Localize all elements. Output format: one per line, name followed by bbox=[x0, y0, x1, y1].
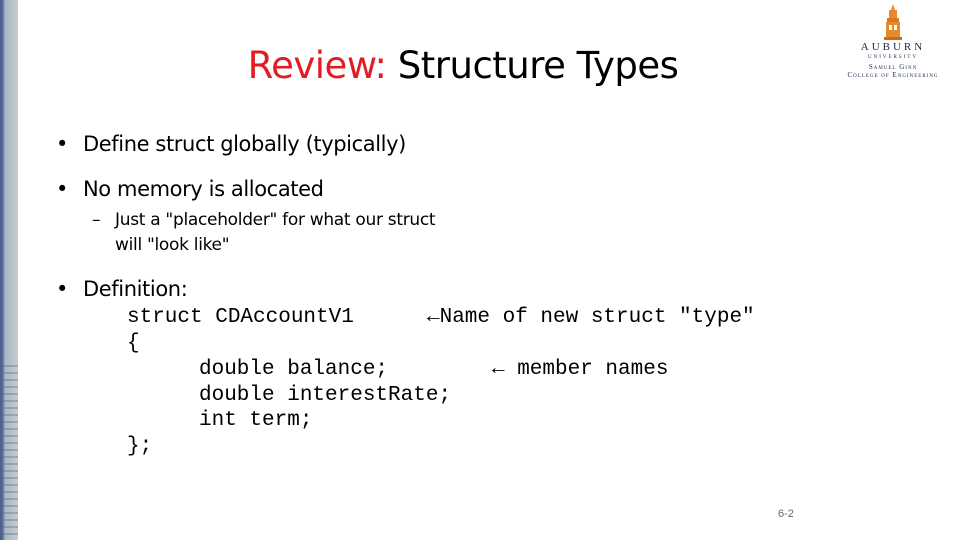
sub-bullet-text-line2: will "look like" bbox=[115, 235, 230, 255]
title-accent: Review: bbox=[247, 44, 387, 87]
bullet-dot: • bbox=[56, 132, 68, 156]
code-line: struct CDAccountV1 bbox=[127, 306, 354, 329]
title-main: Structure Types bbox=[386, 44, 679, 87]
annotation-name-note: ←Name of new struct "type" bbox=[427, 306, 755, 329]
bullet-dot: • bbox=[56, 177, 68, 201]
logo-name: AUBURN bbox=[860, 41, 926, 53]
logo-college-line1: Samuel Ginn bbox=[868, 63, 918, 71]
sub-bullet-dash: – bbox=[92, 210, 101, 230]
code-line: double balance; bbox=[199, 358, 389, 381]
annotation-member-note: ← member names bbox=[492, 358, 669, 381]
bullet-text: No memory is allocated bbox=[83, 177, 324, 201]
bullet-dot: • bbox=[56, 277, 68, 301]
bullet-item: • Definition: bbox=[56, 277, 188, 301]
code-line: double interestRate; bbox=[199, 384, 452, 407]
code-line: int term; bbox=[199, 409, 313, 432]
sidebar-stripes bbox=[0, 360, 18, 540]
logo-college: Samuel Ginn College of Engineering bbox=[828, 63, 958, 79]
slide-title: Review: Structure Types bbox=[0, 44, 926, 87]
bullet-text: Definition: bbox=[83, 277, 188, 301]
bullet-item: • No memory is allocated bbox=[56, 177, 324, 201]
logo-college-line2: College of Engineering bbox=[847, 71, 939, 79]
sub-bullet-item: – Just a "placeholder" for what our struc… bbox=[92, 208, 436, 258]
page-number: 6-2 bbox=[778, 508, 794, 520]
auburn-logo: AUBURN UNIVERSITY Samuel Ginn College of… bbox=[828, 4, 958, 82]
sub-bullet-text-line1: Just a "placeholder" for what our struct bbox=[115, 210, 436, 230]
logo-university: UNIVERSITY bbox=[868, 55, 918, 60]
bullet-text: Define struct globally (typically) bbox=[83, 132, 406, 156]
code-line: }; bbox=[127, 435, 153, 458]
bullet-item: • Define struct globally (typically) bbox=[56, 132, 406, 156]
code-line: { bbox=[127, 332, 140, 355]
tower-icon bbox=[884, 4, 902, 40]
